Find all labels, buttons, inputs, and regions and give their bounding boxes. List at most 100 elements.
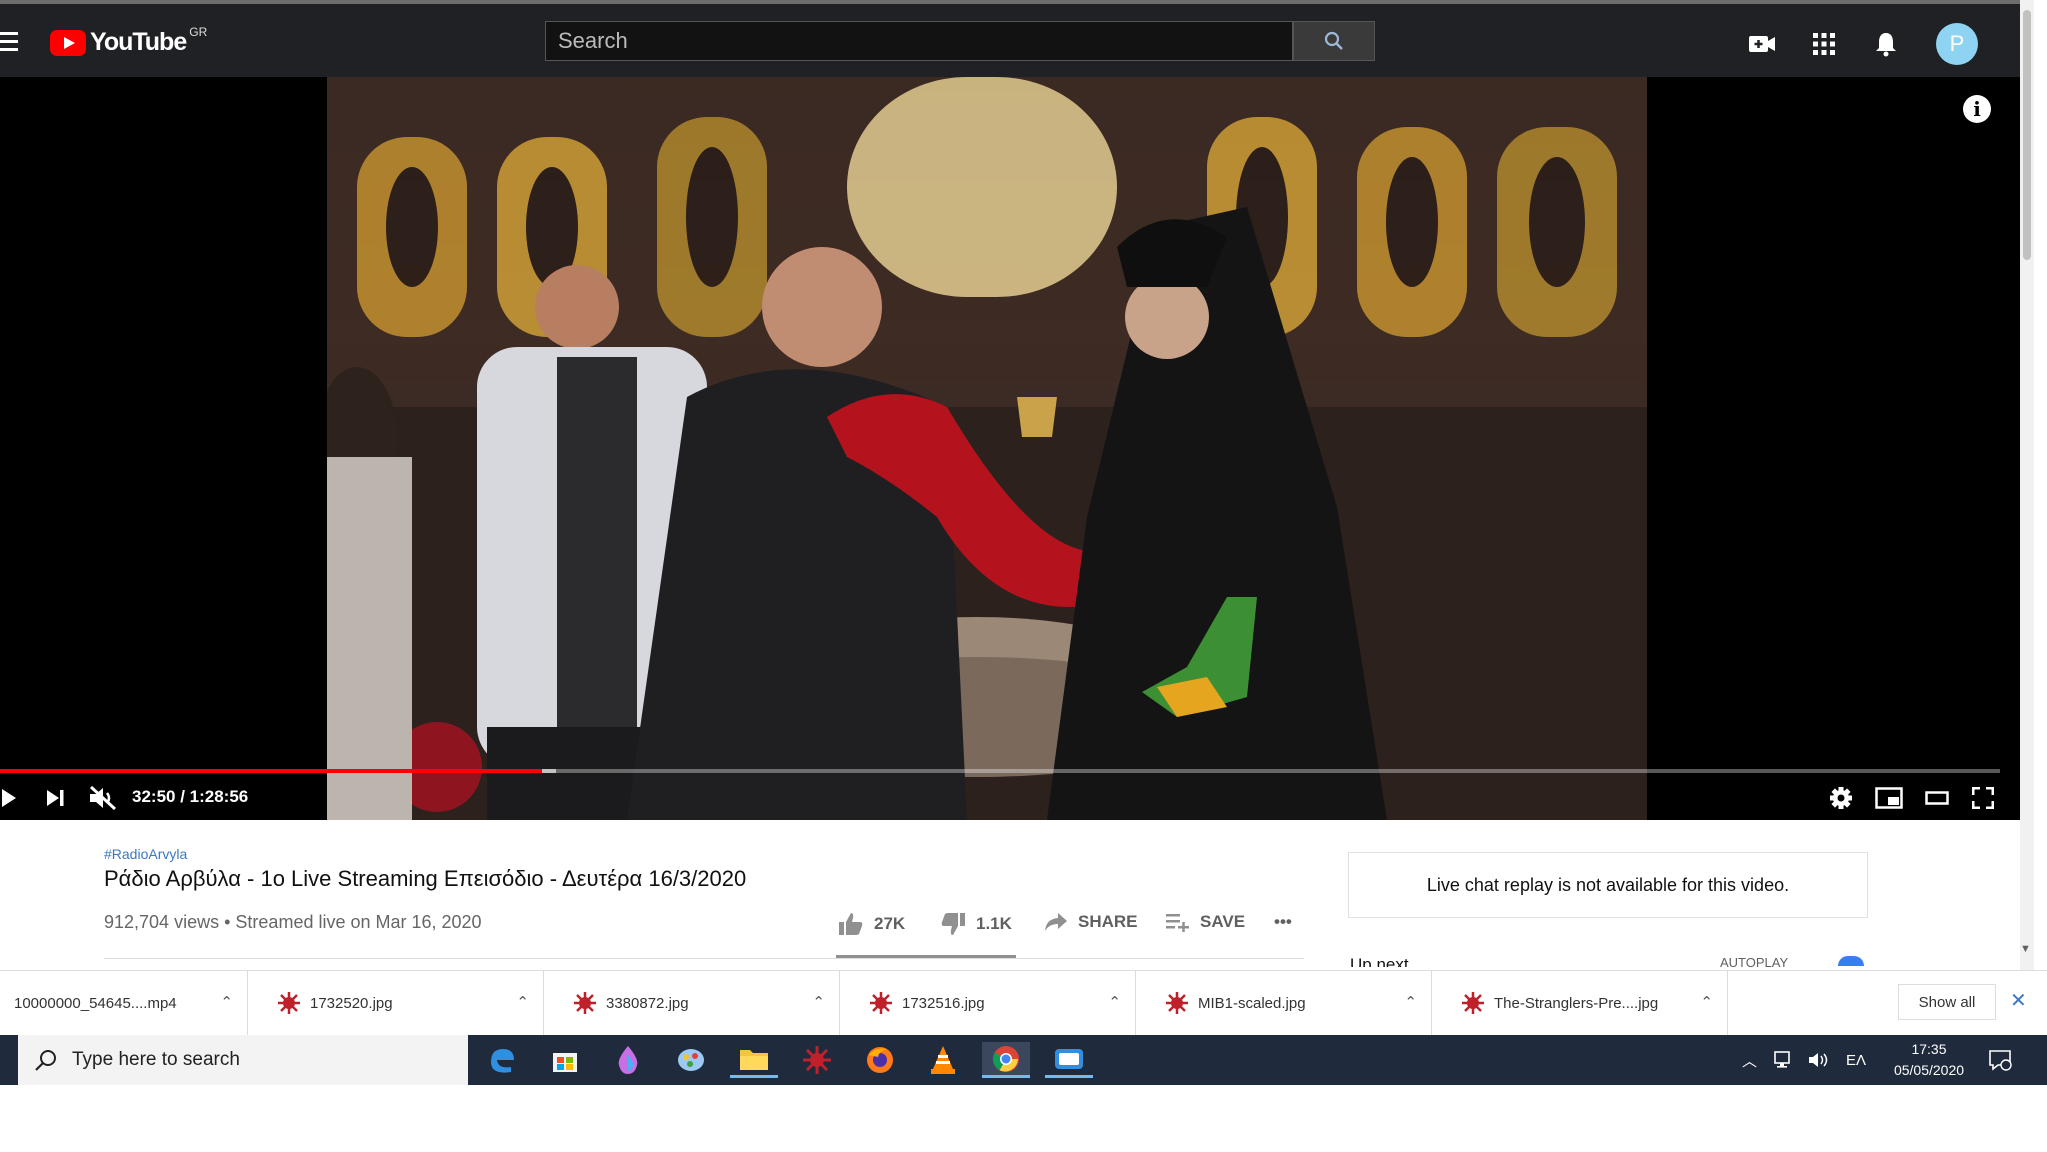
action-center-icon[interactable] — [1988, 1035, 2012, 1085]
store-icon[interactable] — [541, 1042, 589, 1078]
notifications-bell-icon[interactable] — [1870, 28, 1902, 60]
paint-3d-icon[interactable] — [604, 1042, 652, 1078]
settings-button[interactable] — [1826, 780, 1856, 816]
video-meta: 912,704 views • Streamed live on Mar 16,… — [104, 912, 482, 933]
dislike-button[interactable]: 1.1K — [940, 912, 1012, 936]
chat-notice-text: Live chat replay is not available for th… — [1426, 874, 1790, 895]
miniplayer-icon — [1875, 787, 1903, 809]
photos-icon[interactable] — [667, 1042, 715, 1078]
share-button[interactable]: SHARE — [1044, 912, 1138, 932]
image-file-icon — [1462, 992, 1484, 1014]
youtube-logo[interactable]: YouTube GR — [50, 24, 208, 57]
image-file-icon — [870, 992, 892, 1014]
firefox-icon[interactable] — [856, 1042, 904, 1078]
theater-mode-button[interactable] — [1920, 780, 1954, 816]
share-label: SHARE — [1078, 912, 1138, 931]
mute-button[interactable] — [86, 780, 120, 816]
download-item[interactable]: 3380872.jpg ⌃ — [544, 971, 840, 1035]
info-divider — [104, 958, 1304, 959]
youtube-play-icon — [50, 29, 86, 56]
miniplayer-button[interactable] — [1872, 780, 1906, 816]
taskbar-search-placeholder: Type here to search — [72, 1049, 240, 1070]
vlc-icon[interactable] — [919, 1042, 967, 1078]
dislike-count: 1.1K — [976, 914, 1012, 933]
add-to-playlist-icon — [1166, 914, 1189, 932]
scrollbar-thumb[interactable] — [2023, 10, 2031, 260]
download-filename: MIB1-scaled.jpg — [1198, 994, 1306, 1012]
video-title: Ράδιο Αρβύλα - 1ο Live Streaming Επεισόδ… — [104, 866, 747, 891]
chevron-up-icon[interactable]: ⌃ — [1404, 993, 1417, 1011]
time-display: 32:50 / 1:28:56 — [132, 787, 249, 806]
taskbar-clock[interactable]: 17:35 05/05/2020 — [1880, 1039, 1978, 1081]
clock-time: 17:35 — [1911, 1041, 1947, 1057]
taskbar-search-box[interactable]: Type here to search — [18, 1035, 468, 1085]
up-next-heading: Up next — [1350, 955, 1409, 967]
like-button[interactable]: 27K — [838, 912, 905, 936]
volume-muted-icon — [89, 785, 117, 811]
thumbs-down-icon — [941, 913, 965, 935]
progress-played — [0, 769, 542, 773]
autoplay-label: AUTOPLAY — [1720, 955, 1789, 967]
theater-mode-icon — [1925, 791, 1949, 805]
progress-bar[interactable] — [0, 769, 2000, 773]
chevron-up-icon[interactable]: ⌃ — [812, 993, 825, 1011]
fullscreen-button[interactable] — [1966, 780, 2000, 816]
download-item[interactable]: The-Stranglers-Pre....jpg ⌃ — [1432, 971, 1728, 1035]
scroll-down-arrow-icon[interactable]: ▼ — [2020, 943, 2034, 955]
save-button[interactable]: SAVE — [1166, 912, 1245, 932]
more-actions-button[interactable]: ••• — [1274, 912, 1292, 932]
video-frame[interactable] — [327, 77, 1647, 820]
gear-icon — [1830, 787, 1852, 809]
show-hidden-icons-chevron-icon[interactable]: ︿ — [1742, 1035, 1757, 1085]
video-player[interactable]: i 32:50 / 1:28:56 — [0, 77, 2020, 820]
download-item[interactable]: 1732520.jpg ⌃ — [248, 971, 544, 1035]
network-icon[interactable] — [1774, 1035, 1796, 1085]
close-icon[interactable]: ✕ — [2010, 988, 2027, 1013]
apps-grid-icon[interactable] — [1808, 28, 1840, 60]
download-filename: 10000000_54645....mp4 — [14, 994, 177, 1012]
save-label: SAVE — [1200, 912, 1246, 931]
like-count: 27K — [874, 914, 906, 933]
play-button[interactable] — [0, 780, 18, 816]
chevron-up-icon[interactable]: ⌃ — [1700, 993, 1713, 1011]
download-filename: 3380872.jpg — [606, 994, 689, 1012]
video-scene-illustration — [327, 77, 1647, 820]
menu-icon[interactable] — [0, 32, 18, 56]
video-hashtag[interactable]: #RadioArvyla — [104, 846, 187, 862]
image-file-icon — [1166, 992, 1188, 1014]
next-button[interactable] — [40, 780, 70, 816]
search-input[interactable]: Search — [545, 21, 1293, 61]
create-video-icon[interactable] — [1746, 28, 1778, 60]
fullscreen-icon — [1972, 787, 1994, 809]
download-filename: The-Stranglers-Pre....jpg — [1494, 994, 1659, 1012]
account-avatar[interactable]: P — [1936, 23, 1978, 65]
file-explorer-icon[interactable] — [730, 1042, 778, 1078]
youtube-masthead: YouTube GR Search P — [0, 0, 2020, 77]
chevron-up-icon[interactable]: ⌃ — [516, 993, 529, 1011]
download-item[interactable]: 10000000_54645....mp4 ⌃ — [0, 971, 248, 1035]
video-info-icon[interactable]: i — [1963, 95, 1991, 123]
windows-taskbar: Type here to search ︿ ΕΛ 17:35 05/05/202… — [0, 1035, 2047, 1085]
mail-icon[interactable] — [1045, 1042, 1093, 1078]
stream-date: Streamed live on Mar 16, 2020 — [235, 912, 482, 932]
play-icon — [2, 789, 16, 807]
view-count: 912,704 views — [104, 912, 220, 932]
search-button[interactable] — [1293, 21, 1375, 61]
country-code: GR — [189, 24, 208, 39]
input-language-indicator[interactable]: ΕΛ — [1846, 1035, 1866, 1085]
chevron-up-icon[interactable]: ⌃ — [220, 993, 233, 1011]
download-item[interactable]: 1732516.jpg ⌃ — [840, 971, 1136, 1035]
search-icon — [1324, 31, 1343, 50]
download-shelf: 10000000_54645....mp4 ⌃ 1732520.jpg ⌃ 33… — [0, 970, 2047, 1035]
chrome-icon[interactable] — [982, 1042, 1030, 1078]
thumbs-up-icon — [839, 913, 863, 935]
more-actions-icon: ••• — [1274, 912, 1292, 931]
app-icon[interactable] — [793, 1042, 841, 1078]
download-item[interactable]: MIB1-scaled.jpg ⌃ — [1136, 971, 1432, 1035]
image-file-icon — [574, 992, 596, 1014]
chevron-up-icon[interactable]: ⌃ — [1108, 993, 1121, 1011]
volume-icon[interactable] — [1808, 1035, 1830, 1085]
autoplay-toggle[interactable] — [1838, 956, 1864, 966]
show-all-downloads-button[interactable]: Show all — [1898, 984, 1996, 1020]
edge-icon[interactable] — [478, 1042, 526, 1078]
